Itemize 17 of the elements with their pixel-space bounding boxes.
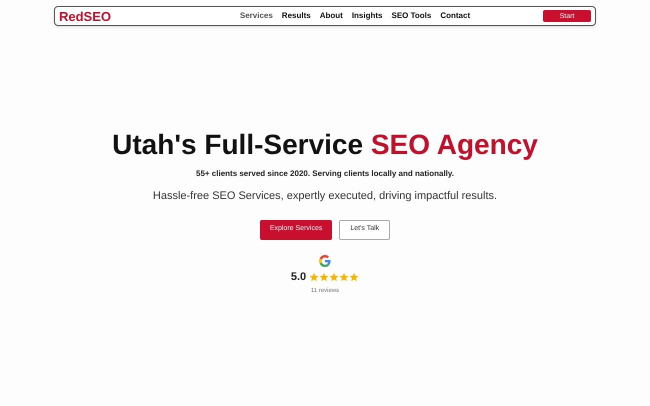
logo[interactable]: RedSEO <box>59 10 112 22</box>
hero-subtitle: 55+ clients served since 2020. Serving clients locally and nationally. <box>196 168 454 180</box>
hero-tagline: Hassle-free SEO Services, expertly executed, driving impactful results. <box>152 189 498 204</box>
nav-link[interactable]: Services <box>240 10 273 22</box>
star-icon <box>329 272 340 282</box>
nav-link[interactable]: Insights <box>352 10 382 22</box>
star-icon <box>339 272 350 282</box>
star-icon <box>349 272 360 282</box>
star-icon <box>319 272 330 282</box>
google-icon <box>319 254 331 266</box>
rating-score: 5.0 <box>290 270 306 284</box>
nav-link[interactable]: Contact <box>440 10 470 22</box>
nav-link[interactable]: About <box>320 10 343 22</box>
hero-heading: Utah's Full-Service SEO Agency <box>112 129 538 161</box>
nav-link[interactable]: Results <box>282 10 311 22</box>
nav-link[interactable]: SEO Tools <box>391 10 432 22</box>
star-icon <box>309 272 320 282</box>
